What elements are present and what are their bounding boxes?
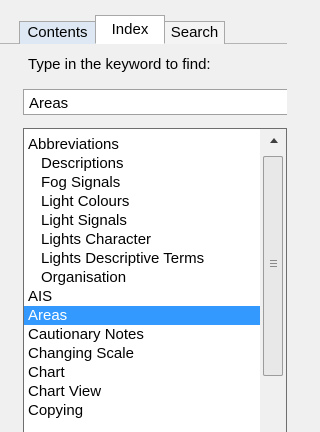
index-item[interactable]: Chart View	[24, 382, 260, 401]
index-item[interactable]: Descriptions	[24, 154, 260, 173]
tab-contents-label: Contents	[27, 24, 88, 41]
grip-line-icon	[270, 266, 277, 267]
scroll-thumb[interactable]	[263, 156, 283, 376]
index-listbox[interactable]: Abbreviations Descriptions Fog Signals Ligh…	[23, 128, 287, 432]
index-item[interactable]: Abbreviations	[24, 135, 260, 154]
index-item[interactable]: Light Signals	[24, 211, 260, 230]
tab-search-label: Search	[170, 24, 219, 41]
index-item[interactable]: Areas	[24, 306, 260, 325]
tab-search[interactable]: Search	[164, 21, 225, 44]
scroll-up-arrow-icon[interactable]	[260, 129, 286, 151]
keyword-prompt-label: Type in the keyword to find:	[28, 56, 211, 73]
tab-contents[interactable]: Contents	[19, 21, 96, 44]
index-item[interactable]: Lights Descriptive Terms	[24, 249, 260, 268]
index-item[interactable]: Light Colours	[24, 192, 260, 211]
keyword-search-input[interactable]	[23, 89, 287, 115]
index-item[interactable]: Chart	[24, 363, 260, 382]
grip-line-icon	[270, 260, 277, 261]
tab-index[interactable]: Index	[95, 15, 165, 44]
index-item[interactable]: Lights Character	[24, 230, 260, 249]
index-item[interactable]: Fog Signals	[24, 173, 260, 192]
index-item[interactable]: Organisation	[24, 268, 260, 287]
grip-line-icon	[270, 263, 277, 264]
tab-strip: Contents Index Search	[0, 0, 287, 44]
index-item[interactable]: Copying	[24, 401, 260, 420]
index-list: Abbreviations Descriptions Fog Signals Ligh…	[24, 135, 260, 420]
tab-index-label: Index	[111, 21, 149, 38]
index-item[interactable]: AIS	[24, 287, 260, 306]
index-item[interactable]: Cautionary Notes	[24, 325, 260, 344]
vertical-scrollbar[interactable]	[260, 129, 286, 432]
index-item[interactable]: Changing Scale	[24, 344, 260, 363]
